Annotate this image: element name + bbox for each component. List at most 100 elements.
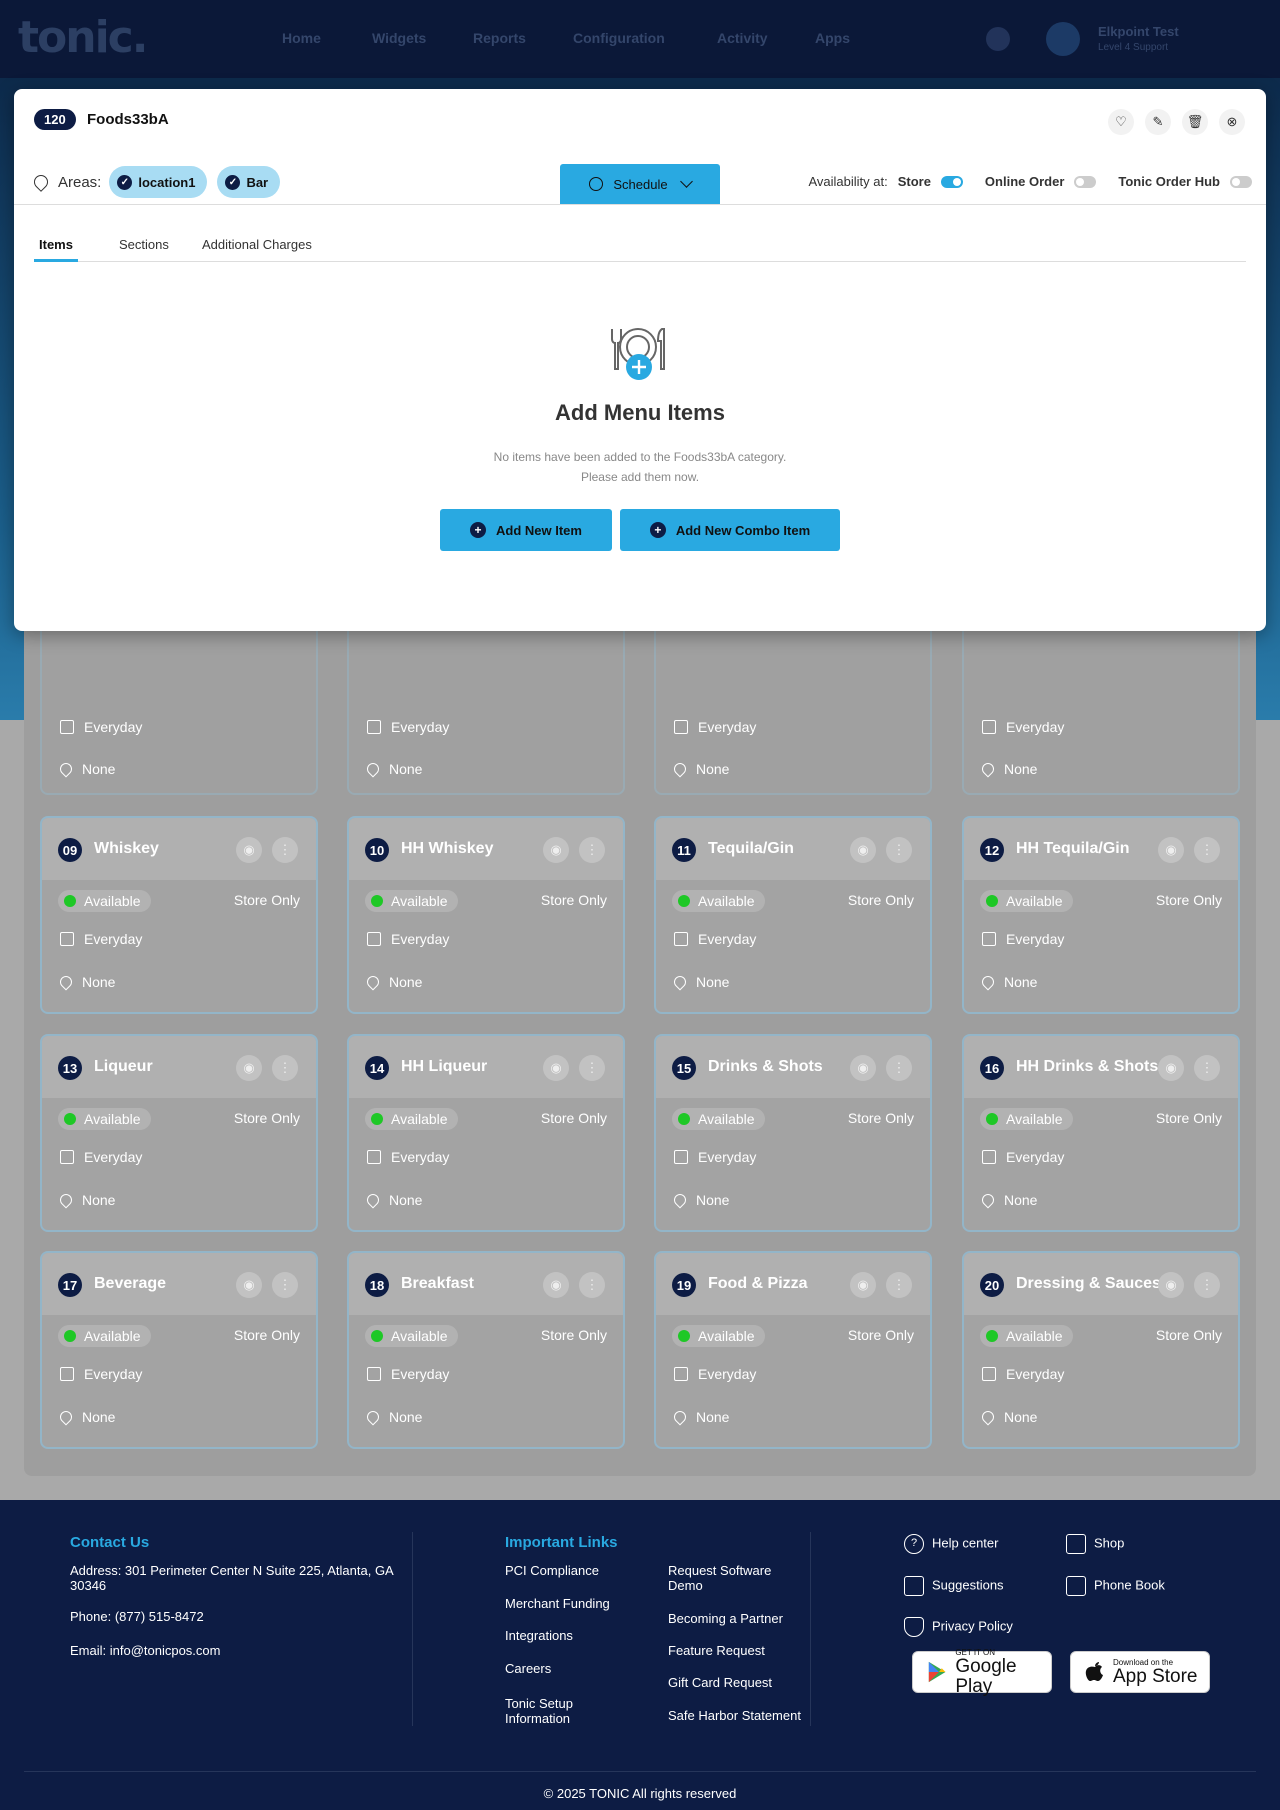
link-setup-info[interactable]: Tonic Setup Information bbox=[505, 1696, 615, 1726]
availability-store-label: Store bbox=[897, 174, 931, 189]
link-gift-card[interactable]: Gift Card Request bbox=[668, 1675, 772, 1690]
visibility-button[interactable]: ◉ bbox=[543, 1272, 569, 1298]
location-text: None bbox=[389, 1192, 423, 1208]
visibility-button[interactable]: ◉ bbox=[236, 1055, 262, 1081]
category-card[interactable]: 20 Dressing & Sauces ◉ ⋮ Available Store Only… bbox=[962, 1251, 1240, 1449]
nav-activity[interactable]: Activity bbox=[717, 30, 768, 46]
category-card[interactable]: 16 HH Drinks & Shots ◉ ⋮ Available Store Only… bbox=[962, 1034, 1240, 1232]
suggestions-link[interactable]: Suggestions bbox=[904, 1576, 1004, 1596]
status-badge: Available bbox=[365, 1108, 458, 1130]
category-card[interactable]: 10 HH Whiskey ◉ ⋮ Available Store Only Everyda… bbox=[347, 816, 625, 1014]
category-modal: 120 Foods33bA ♡ ✎ 🗑 ⊗ Areas: ✓ location1 … bbox=[14, 89, 1266, 631]
add-new-combo-item-button[interactable]: + Add New Combo Item bbox=[620, 509, 840, 551]
contact-phone[interactable]: Phone: (877) 515-8472 bbox=[70, 1609, 204, 1624]
visibility-button[interactable]: ◉ bbox=[850, 1055, 876, 1081]
nav-reports[interactable]: Reports bbox=[473, 30, 526, 46]
visibility-button[interactable]: ◉ bbox=[1158, 837, 1184, 863]
settings-icon[interactable] bbox=[986, 27, 1010, 51]
link-careers[interactable]: Careers bbox=[505, 1661, 551, 1676]
app-store-badge[interactable]: Download on the App Store bbox=[1070, 1651, 1210, 1693]
more-button[interactable]: ⋮ bbox=[272, 1272, 298, 1298]
avatar[interactable] bbox=[1046, 22, 1080, 56]
category-card[interactable]: 14 HH Liqueur ◉ ⋮ Available Store Only Everyda… bbox=[347, 1034, 625, 1232]
more-button[interactable]: ⋮ bbox=[886, 1272, 912, 1298]
visibility-button[interactable]: ◉ bbox=[850, 837, 876, 863]
category-card[interactable]: 12 HH Tequila/Gin ◉ ⋮ Available Store Only Eve… bbox=[962, 816, 1240, 1014]
more-button[interactable]: ⋮ bbox=[579, 1055, 605, 1081]
channel-text: Store Only bbox=[847, 892, 914, 908]
phone-book-link[interactable]: Phone Book bbox=[1066, 1576, 1165, 1596]
schedule-button[interactable]: Schedule bbox=[560, 164, 720, 204]
more-button[interactable]: ⋮ bbox=[272, 837, 298, 863]
calendar-icon bbox=[60, 1150, 74, 1164]
store-toggle[interactable] bbox=[940, 175, 963, 188]
card-header: 17 Beverage ◉ ⋮ bbox=[42, 1253, 316, 1315]
location-text: None bbox=[389, 974, 423, 990]
link-integrations[interactable]: Integrations bbox=[505, 1628, 573, 1643]
category-card[interactable]: 15 Drinks & Shots ◉ ⋮ Available Store Only Eve… bbox=[654, 1034, 932, 1232]
nav-home[interactable]: Home bbox=[282, 30, 321, 46]
help-center-link[interactable]: ? Help center bbox=[904, 1534, 998, 1554]
availability-online-label: Online Order bbox=[984, 174, 1065, 189]
order-hub-toggle[interactable] bbox=[1230, 175, 1252, 188]
visibility-button[interactable]: ◉ bbox=[1158, 1055, 1184, 1081]
schedule-row: Everyday bbox=[60, 719, 142, 735]
visibility-button[interactable]: ◉ bbox=[1158, 1272, 1184, 1298]
tab-additional-charges[interactable]: Additional Charges bbox=[202, 237, 312, 259]
add-new-item-button[interactable]: + Add New Item bbox=[440, 509, 612, 551]
area-chip-bar[interactable]: ✓ Bar bbox=[217, 166, 281, 198]
more-button[interactable]: ⋮ bbox=[579, 837, 605, 863]
link-partner[interactable]: Becoming a Partner bbox=[668, 1611, 783, 1626]
edit-button[interactable]: ✎ bbox=[1145, 109, 1171, 135]
link-feature-request[interactable]: Feature Request bbox=[668, 1643, 765, 1658]
tonic-logo[interactable]: tonic. bbox=[18, 12, 148, 63]
visibility-button[interactable]: ◉ bbox=[236, 837, 262, 863]
visibility-button[interactable]: ◉ bbox=[543, 837, 569, 863]
category-card[interactable]: 13 Liqueur ◉ ⋮ Available Store Only Everyday No… bbox=[40, 1034, 318, 1232]
card-title: Dressing & Sauces bbox=[1016, 1275, 1161, 1292]
favorite-button[interactable]: ♡ bbox=[1108, 109, 1134, 135]
more-button[interactable]: ⋮ bbox=[886, 837, 912, 863]
location-row: None bbox=[57, 760, 115, 778]
eye-icon: ◉ bbox=[243, 1277, 255, 1292]
online-order-toggle[interactable] bbox=[1074, 175, 1097, 188]
eye-icon: ◉ bbox=[857, 1060, 869, 1075]
more-button[interactable]: ⋮ bbox=[886, 1055, 912, 1081]
nav-configuration[interactable]: Configuration bbox=[573, 30, 665, 46]
link-safe-harbor[interactable]: Safe Harbor Statement bbox=[668, 1708, 801, 1723]
link-request-demo[interactable]: Request Software Demo bbox=[668, 1563, 798, 1593]
category-card[interactable]: 17 Beverage ◉ ⋮ Available Store Only Everyday N… bbox=[40, 1251, 318, 1449]
visibility-button[interactable]: ◉ bbox=[543, 1055, 569, 1081]
shop-link[interactable]: Shop bbox=[1066, 1534, 1124, 1554]
card-title: HH Whiskey bbox=[401, 840, 494, 857]
calendar-icon bbox=[60, 720, 74, 734]
visibility-button[interactable]: ◉ bbox=[236, 1272, 262, 1298]
calendar-icon bbox=[674, 720, 688, 734]
more-button[interactable]: ⋮ bbox=[272, 1055, 298, 1081]
google-play-badge[interactable]: GET IT ON Google Play bbox=[912, 1648, 1052, 1696]
tab-sections[interactable]: Sections bbox=[119, 237, 169, 259]
delete-button[interactable]: 🗑 bbox=[1182, 109, 1208, 135]
card-header: 10 HH Whiskey ◉ ⋮ bbox=[349, 818, 623, 880]
more-button[interactable]: ⋮ bbox=[1194, 1055, 1220, 1081]
visibility-button[interactable]: ◉ bbox=[850, 1272, 876, 1298]
category-card[interactable]: 19 Food & Pizza ◉ ⋮ Available Store Only Every… bbox=[654, 1251, 932, 1449]
more-button[interactable]: ⋮ bbox=[579, 1272, 605, 1298]
more-button[interactable]: ⋮ bbox=[1194, 1272, 1220, 1298]
close-button[interactable]: ⊗ bbox=[1219, 109, 1245, 135]
more-button[interactable]: ⋮ bbox=[1194, 837, 1220, 863]
nav-widgets[interactable]: Widgets bbox=[372, 30, 426, 46]
privacy-link[interactable]: Privacy Policy bbox=[904, 1617, 1013, 1637]
status-text: Available bbox=[698, 1111, 755, 1127]
tab-items[interactable]: Items bbox=[34, 237, 78, 262]
category-card[interactable]: 18 Breakfast ◉ ⋮ Available Store Only Everyday… bbox=[347, 1251, 625, 1449]
category-card[interactable]: 11 Tequila/Gin ◉ ⋮ Available Store Only Everyd… bbox=[654, 816, 932, 1014]
status-badge: Available bbox=[365, 890, 458, 912]
contact-email[interactable]: Email: info@tonicpos.com bbox=[70, 1643, 220, 1658]
category-card[interactable]: 09 Whiskey ◉ ⋮ Available Store Only Everyday No… bbox=[40, 816, 318, 1014]
area-chip-location1[interactable]: ✓ location1 bbox=[109, 166, 208, 198]
schedule-text: Everyday bbox=[698, 1366, 757, 1382]
nav-apps[interactable]: Apps bbox=[815, 30, 850, 46]
link-merchant-funding[interactable]: Merchant Funding bbox=[505, 1596, 610, 1611]
link-pci[interactable]: PCI Compliance bbox=[505, 1563, 599, 1578]
